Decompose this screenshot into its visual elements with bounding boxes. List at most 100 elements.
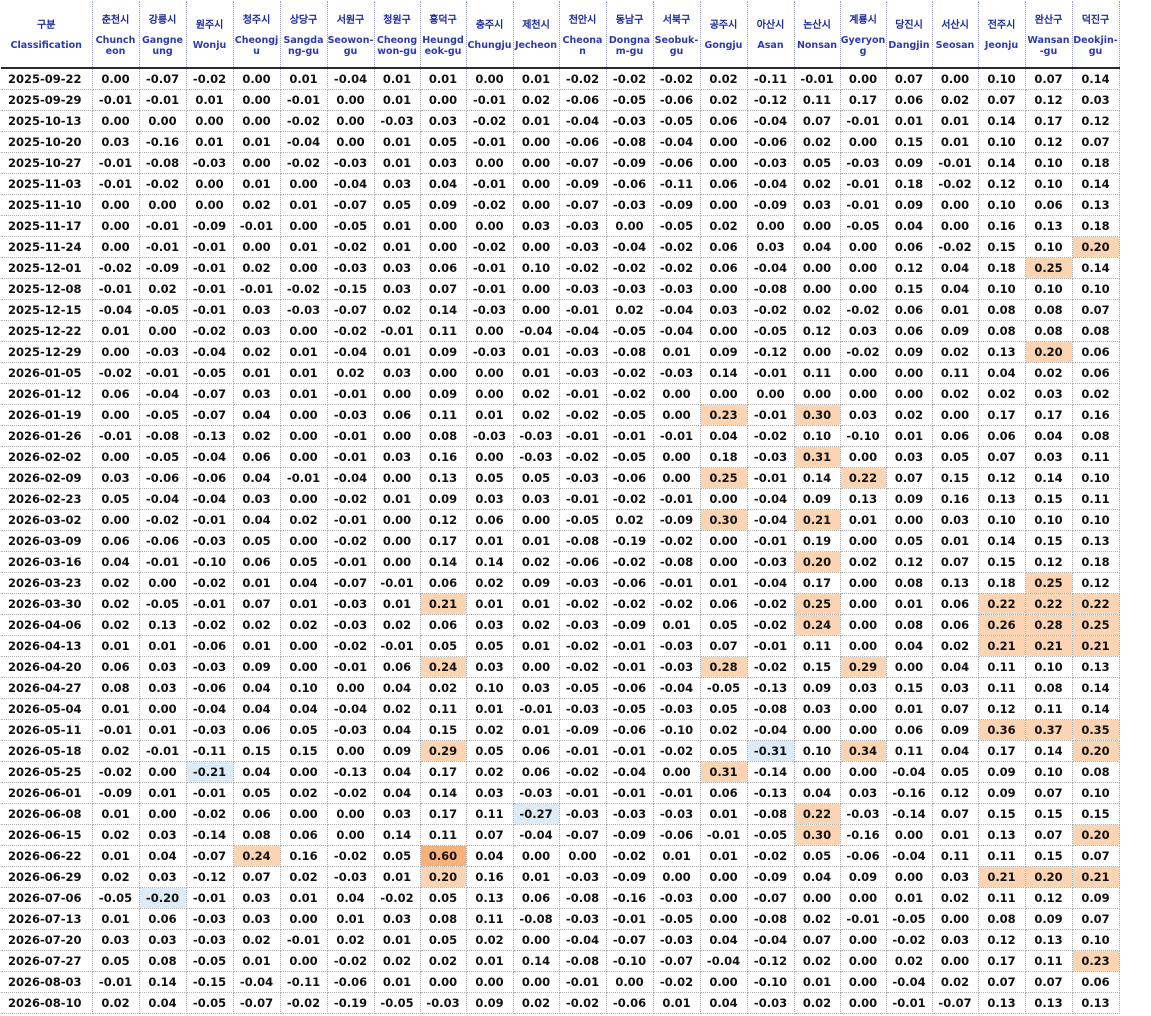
table-cell: -0.05	[747, 824, 795, 846]
table-cell: 0.03	[794, 194, 841, 216]
table-cell: -0.03	[466, 425, 514, 447]
table-row: 2026-07-27 0.05 0.08 -0.05 0.01 0.00 -0.02 0.02…	[1, 950, 1120, 972]
table-cell: -0.01	[466, 89, 514, 111]
table-cell: -0.02	[466, 110, 514, 132]
table-cell: 0.14	[1025, 467, 1073, 489]
table-cell: 0.21	[420, 593, 467, 615]
row-date: 2026-07-06	[1, 887, 93, 909]
row-date: 2026-05-25	[1, 761, 93, 783]
table-row: 2026-02-09 0.03 -0.06 -0.06 0.04 -0.01 -0.04 0.…	[1, 467, 1120, 489]
table-cell: 0.00	[513, 278, 560, 300]
table-cell: -0.02	[327, 635, 375, 657]
table-cell: 0.10	[466, 677, 514, 699]
table-cell: 0.00	[280, 908, 328, 930]
table-cell: 0.29	[420, 740, 467, 762]
table-cell: -0.01	[794, 68, 841, 90]
column-header-korean: 청원구	[383, 15, 411, 26]
table-cell: 0.00	[280, 320, 328, 342]
table-cell: 0.00	[840, 257, 887, 279]
table-cell: -0.03	[327, 257, 375, 279]
table-cell: -0.02	[747, 614, 795, 636]
table-row: 2026-06-15 0.02 0.03 -0.14 0.08 0.06 0.00 0.14 0…	[1, 824, 1120, 846]
table-cell: 0.01	[92, 845, 140, 867]
table-cell: 0.05	[886, 530, 933, 552]
table-cell: 0.08	[1072, 761, 1120, 783]
row-date: 2026-06-01	[1, 782, 93, 804]
table-cell: -0.04	[327, 341, 375, 363]
table-cell: -0.04	[886, 845, 933, 867]
table-cell: -0.01	[374, 572, 421, 594]
table-cell: -0.03	[606, 278, 654, 300]
table-cell: 0.00	[233, 152, 281, 174]
table-row: 2025-09-22 0.00 -0.07 -0.02 0.00 0.01 -0.04 0.0…	[1, 68, 1120, 90]
table-cell: -0.01	[747, 362, 795, 384]
table-cell: 0.06	[978, 425, 1026, 447]
table-cell: -0.05	[747, 320, 795, 342]
table-cell: 0.00	[513, 131, 560, 153]
column-header-korean: 충주시	[475, 20, 504, 32]
table-cell: -0.01	[233, 278, 281, 300]
table-cell: 0.00	[374, 383, 421, 405]
table-cell: -0.02	[653, 68, 701, 90]
table-cell: 0.17	[978, 404, 1026, 426]
table-cell: 0.07	[1025, 971, 1073, 993]
table-cell: 0.09	[420, 194, 467, 216]
table-cell: 0.05	[466, 635, 514, 657]
table-row: 2026-08-10 0.02 0.04 -0.05 -0.07 -0.02 -0.19 -0…	[1, 992, 1120, 1014]
table-cell: -0.01	[186, 278, 234, 300]
table-cell: 0.31	[794, 446, 841, 468]
table-cell: -0.04	[186, 488, 234, 510]
table-cell: 0.01	[92, 803, 140, 825]
row-date: 2025-11-24	[1, 236, 93, 258]
table-cell: -0.06	[186, 635, 234, 657]
table-cell: 0.00	[932, 215, 979, 237]
column-header: 서원구 Seowon-gu	[327, 1, 375, 69]
row-date: 2025-12-08	[1, 278, 93, 300]
table-cell: 0.09	[700, 341, 748, 363]
row-date: 2026-04-13	[1, 635, 93, 657]
table-cell: 0.00	[932, 908, 979, 930]
table-cell: 0.05	[420, 131, 467, 153]
table-cell: -0.16	[840, 824, 887, 846]
table-cell: -0.07	[186, 383, 234, 405]
table-cell: 0.02	[513, 383, 560, 405]
table-cell: -0.03	[606, 110, 654, 132]
row-date: 2025-12-15	[1, 299, 93, 321]
table-cell: 0.11	[420, 404, 467, 426]
table-cell: -0.01	[280, 89, 328, 111]
table-cell: -0.03	[840, 803, 887, 825]
table-cell: -0.02	[466, 236, 514, 258]
table-cell: -0.02	[653, 740, 701, 762]
table-cell: 0.00	[420, 971, 467, 993]
table-cell: 0.12	[886, 257, 933, 279]
table-cell: 0.07	[1025, 68, 1073, 90]
table-cell: 0.00	[840, 593, 887, 615]
table-cell: 0.24	[420, 656, 467, 678]
table-cell: 0.00	[700, 551, 748, 573]
table-cell: 0.03	[92, 929, 140, 951]
table-cell: 0.03	[840, 782, 887, 804]
table-cell: 0.00	[513, 971, 560, 993]
table-cell: -0.04	[747, 173, 795, 195]
table-cell: 0.02	[700, 719, 748, 741]
table-cell: 0.00	[280, 488, 328, 510]
table-cell: -0.01	[700, 824, 748, 846]
table-cell: -0.03	[186, 152, 234, 174]
table-row: 2026-07-20 0.03 0.03 -0.03 0.02 -0.01 0.02 0.01…	[1, 929, 1120, 951]
table-cell: 0.22	[1072, 593, 1120, 615]
table-cell: 0.00	[280, 656, 328, 678]
table-cell: -0.01	[92, 425, 140, 447]
table-cell: 0.06	[932, 425, 979, 447]
table-cell: 0.03	[139, 677, 187, 699]
table-cell: 0.04	[280, 572, 328, 594]
table-cell: 0.01	[280, 194, 328, 216]
table-cell: -0.02	[932, 236, 979, 258]
row-date: 2026-03-09	[1, 530, 93, 552]
table-cell: 0.06	[513, 887, 560, 909]
table-cell: 0.10	[978, 194, 1026, 216]
table-cell: -0.01	[92, 152, 140, 174]
table-cell: -0.19	[327, 992, 375, 1014]
table-cell: 0.06	[886, 719, 933, 741]
table-cell: -0.05	[606, 446, 654, 468]
table-cell: 0.13	[978, 992, 1026, 1014]
